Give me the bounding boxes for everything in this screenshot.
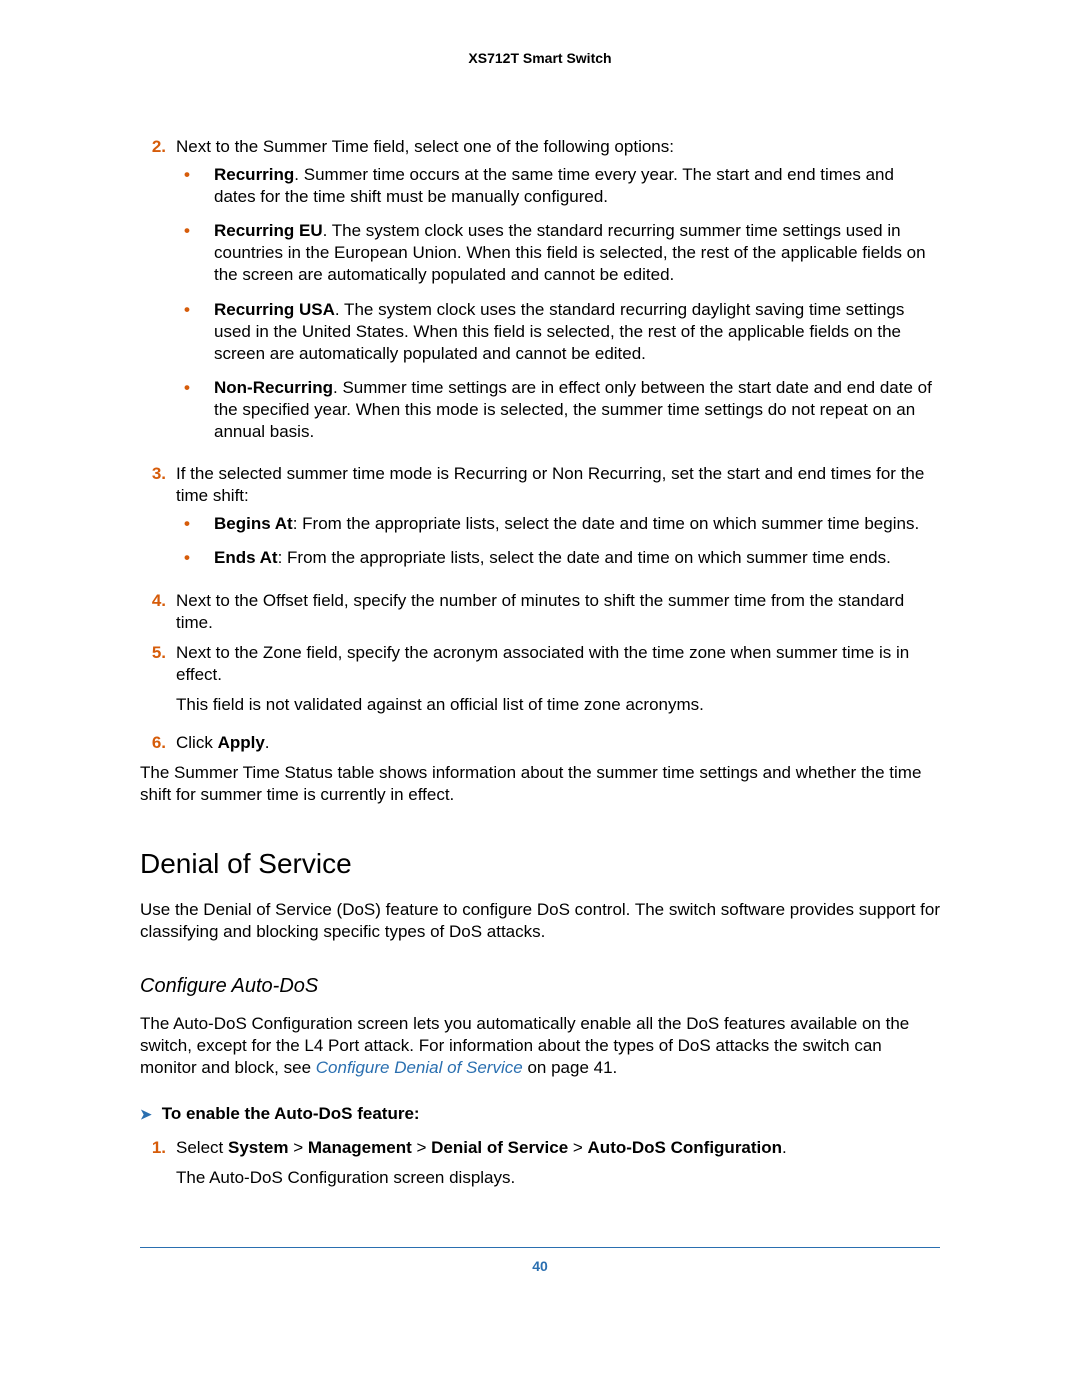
footer-rule (140, 1247, 940, 1248)
nav-system: System (228, 1138, 288, 1157)
nav-management: Management (308, 1138, 412, 1157)
bullet-icon: • (176, 164, 214, 208)
running-header: XS712T Smart Switch (140, 50, 940, 66)
step-body: Next to the Zone field, specify the acro… (176, 642, 940, 724)
step-post: . (265, 733, 270, 752)
autodos-intro: The Auto-DoS Configuration screen lets y… (140, 1013, 940, 1079)
bullet-text: : From the appropriate lists, select the… (293, 514, 919, 533)
content-body: 2. Next to the Summer Time field, select… (140, 136, 940, 1197)
bullet-body: Recurring EU. The system clock uses the … (214, 220, 940, 286)
bullet-recurring-usa: • Recurring USA. The system clock uses t… (176, 299, 940, 365)
nav-sep: > (288, 1138, 307, 1157)
autodos-intro-b: on page 41. (523, 1058, 618, 1077)
bullet-label: Recurring EU (214, 221, 323, 240)
step-bold: Apply (218, 733, 265, 752)
bullet-body: Recurring USA. The system clock uses the… (214, 299, 940, 365)
bullet-icon: • (176, 220, 214, 286)
step-3: 3. If the selected summer time mode is R… (140, 463, 940, 581)
bullet-label: Recurring USA (214, 300, 335, 319)
step-extra: This field is not validated against an o… (176, 694, 940, 716)
summary-paragraph: The Summer Time Status table shows infor… (140, 762, 940, 806)
step-number: 4. (140, 590, 176, 634)
step-body: If the selected summer time mode is Recu… (176, 463, 940, 581)
bullet-body: Recurring. Summer time occurs at the sam… (214, 164, 940, 208)
bullet-begins-at: • Begins At: From the appropriate lists,… (176, 513, 940, 535)
bullet-label: Begins At (214, 514, 293, 533)
procedure-heading: ➤ To enable the Auto-DoS feature: (140, 1103, 940, 1125)
link-configure-dos[interactable]: Configure Denial of Service (316, 1058, 523, 1077)
bullet-label: Non-Recurring (214, 378, 333, 397)
bullet-non-recurring: • Non-Recurring. Summer time settings ar… (176, 377, 940, 443)
nav-pre: Select (176, 1138, 228, 1157)
bullet-icon: • (176, 513, 214, 535)
bullet-body: Begins At: From the appropriate lists, s… (214, 513, 940, 535)
bullet-icon: • (176, 547, 214, 569)
section-heading-dos: Denial of Service (140, 846, 940, 882)
dos-intro: Use the Denial of Service (DoS) feature … (140, 899, 940, 943)
step-4: 4. Next to the Offset field, specify the… (140, 590, 940, 634)
step-number: 3. (140, 463, 176, 581)
step-text: Next to the Offset field, specify the nu… (176, 590, 940, 634)
bullet-recurring: • Recurring. Summer time occurs at the s… (176, 164, 940, 208)
nav-sep: > (412, 1138, 431, 1157)
step-body: Click Apply. (176, 732, 940, 754)
step-text: If the selected summer time mode is Recu… (176, 464, 924, 505)
bullet-text: . Summer time occurs at the same time ev… (214, 165, 894, 206)
bullet-icon: • (176, 299, 214, 365)
subsection-heading-autodos: Configure Auto-DoS (140, 973, 940, 999)
autodos-step-1: 1. Select System > Management > Denial o… (140, 1137, 940, 1197)
bullet-text: : From the appropriate lists, select the… (278, 548, 891, 567)
step-number: 5. (140, 642, 176, 724)
step-number: 2. (140, 136, 176, 455)
nav-dos: Denial of Service (431, 1138, 568, 1157)
step-after: The Auto-DoS Configuration screen displa… (176, 1167, 940, 1189)
step-body: Select System > Management > Denial of S… (176, 1137, 940, 1197)
bullet-recurring-eu: • Recurring EU. The system clock uses th… (176, 220, 940, 286)
page: XS712T Smart Switch 2. Next to the Summe… (0, 0, 1080, 1314)
nav-autodos: Auto-DoS Configuration (588, 1138, 783, 1157)
bullet-ends-at: • Ends At: From the appropriate lists, s… (176, 547, 940, 569)
step-2: 2. Next to the Summer Time field, select… (140, 136, 940, 455)
step-6: 6. Click Apply. (140, 732, 940, 754)
procedure-title: To enable the Auto-DoS feature: (162, 1103, 420, 1125)
step-text: Next to the Summer Time field, select on… (176, 137, 674, 156)
bullet-body: Non-Recurring. Summer time settings are … (214, 377, 940, 443)
step-body: Next to the Summer Time field, select on… (176, 136, 940, 455)
step-number: 6. (140, 732, 176, 754)
step-text: Next to the Zone field, specify the acro… (176, 642, 940, 686)
page-number: 40 (140, 1258, 940, 1274)
bullet-label: Ends At (214, 548, 278, 567)
chevron-right-icon: ➤ (140, 1105, 152, 1123)
bullet-label: Recurring (214, 165, 294, 184)
nav-sep: > (568, 1138, 587, 1157)
step-5: 5. Next to the Zone field, specify the a… (140, 642, 940, 724)
step-number: 1. (140, 1137, 176, 1197)
step-pre: Click (176, 733, 218, 752)
bullet-body: Ends At: From the appropriate lists, sel… (214, 547, 940, 569)
bullet-icon: • (176, 377, 214, 443)
nav-post: . (782, 1138, 787, 1157)
